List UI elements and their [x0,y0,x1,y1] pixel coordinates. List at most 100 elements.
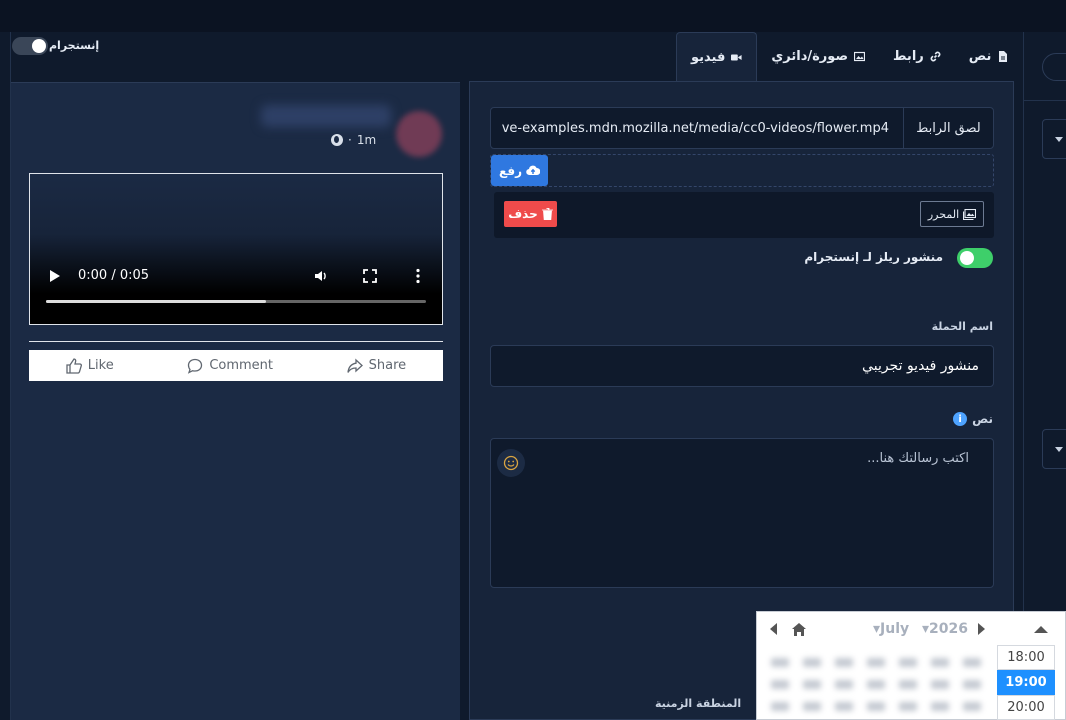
tab-link-label: رابط [893,49,924,64]
calendar-day-placeholder [835,680,853,689]
instagram-reels-toggle[interactable] [957,248,993,268]
paste-link-label: لصق الرابط [903,108,993,148]
smile-icon [503,455,519,471]
time-option[interactable]: 19:00 [997,670,1055,695]
like-label: Like [87,358,114,373]
top-bar [0,0,1066,32]
calendar-day-placeholder [931,702,949,711]
toggle-knob [32,39,46,53]
right-select-1[interactable] [1042,119,1066,159]
calendar-day-placeholder [899,680,917,689]
right-select-2[interactable] [1042,429,1066,469]
calendar-day-placeholder [803,658,821,667]
editor-label: المحرر [927,207,960,221]
calendar-day-placeholder [931,658,949,667]
calendar-day-placeholder [867,702,885,711]
calendar-day-placeholder [803,680,821,689]
link-icon [930,51,941,62]
thumbs-up-icon [66,357,82,374]
post-time-separator: · [348,133,352,147]
year-select[interactable]: ▾2026 [922,621,968,637]
calendar-day-placeholder [867,658,885,667]
trash-icon [541,208,553,220]
share-button[interactable]: Share [346,358,406,374]
calendar-day-placeholder [963,658,981,667]
video-progress-bar[interactable] [46,300,426,303]
more-options-icon[interactable] [415,268,421,284]
prev-month-icon[interactable] [770,623,777,635]
calendar-day-placeholder [931,680,949,689]
time-list: 18:00 19:00 20:00 [997,645,1055,720]
calendar-day-placeholder [771,702,789,711]
page-name-blurred [261,105,391,127]
next-month-icon[interactable] [978,623,985,635]
comment-button[interactable]: Comment [187,358,273,374]
tab-image-label: صورة/دائري [771,49,849,64]
message-textarea[interactable]: اكتب رسالتك هنا... [490,438,994,588]
post-preview-panel: إنستجرام · 1m 0:00 / 0:05 Like Comment S… [10,32,461,720]
post-meta: · 1m [331,133,376,147]
campaign-name-input[interactable]: منشور فيديو تجريبي [490,345,994,387]
month-select[interactable]: ▾July [873,621,909,637]
fullscreen-icon[interactable] [363,269,377,283]
campaign-name-label: اسم الحملة [931,320,993,333]
video-progress-fill [46,300,267,303]
video-time: 0:00 / 0:05 [78,268,150,283]
time-option[interactable]: 20:00 [997,695,1055,720]
play-icon[interactable] [50,270,60,282]
tab-image-carousel[interactable]: صورة/دائري [757,32,879,81]
delete-label: حذف [508,207,538,221]
time-scroll-up-icon[interactable] [1034,626,1048,633]
cloud-upload-icon [526,165,540,176]
tab-text-label: نص [968,49,992,64]
right-search-pill[interactable] [1042,53,1066,81]
like-button[interactable]: Like [66,357,114,374]
image-icon [854,51,866,62]
post-type-tabs: نص رابط صورة/دائري فيديو [676,32,1022,81]
uploaded-media-row: حذف المحرر [494,192,994,238]
video-url-input[interactable]: ve-examples.mdn.mozilla.net/media/cc0-vi… [491,108,903,148]
tab-video-label: فيديو [691,49,726,65]
post-time: 1m [356,133,377,147]
upload-label: رفع [499,163,522,178]
calendar-day-placeholder [899,702,917,711]
tab-link[interactable]: رابط [879,32,955,81]
upload-button[interactable]: رفع [491,155,548,186]
calendar-day-placeholder [899,658,917,667]
month-label: July [880,621,910,637]
instagram-toggle[interactable] [12,37,48,55]
time-option[interactable]: 18:00 [997,645,1055,670]
facebook-post-preview: · 1m 0:00 / 0:05 Like Comment Share [11,82,461,720]
calendar-day-placeholder [963,680,981,689]
info-icon[interactable]: i [953,412,968,426]
video-player[interactable]: 0:00 / 0:05 [29,173,443,325]
delete-button[interactable]: حذف [504,201,557,227]
post-actions: Like Comment Share [29,350,443,381]
instagram-toggle-label: إنستجرام [49,39,100,52]
year-label: 2026 [929,621,968,637]
tab-video[interactable]: فيديو [676,32,758,81]
calendar-day-placeholder [803,702,821,711]
video-icon [731,54,742,60]
picker-navigation: ▾July ▾2026 [757,612,997,646]
timezone-label: المنطقة الزمنية [655,697,742,710]
calendar-days-blurred [765,652,990,716]
comment-label: Comment [209,358,274,373]
emoji-button[interactable] [497,449,525,477]
globe-icon [331,134,343,146]
calendar-day-placeholder [835,702,853,711]
share-icon [346,358,363,373]
upload-dropzone[interactable]: رفع [490,154,994,187]
comment-icon [188,358,203,374]
divider [29,341,443,342]
calendar-day-placeholder [835,658,853,667]
toggle-knob [960,251,974,265]
home-icon[interactable] [792,623,806,636]
images-icon [963,208,977,220]
preview-header: إنستجرام [11,32,461,82]
tab-text[interactable]: نص [955,32,1023,81]
reels-toggle-label: منشور ريلز لـ إنستجرام [804,250,943,264]
volume-icon[interactable] [314,269,328,283]
datetime-picker: ▾July ▾2026 18:00 19:00 20:00 [756,611,1066,720]
editor-button[interactable]: المحرر [920,201,984,227]
